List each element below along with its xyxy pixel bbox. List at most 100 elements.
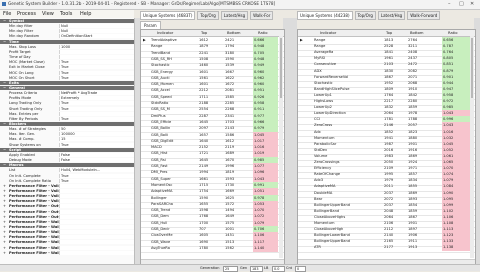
expand-icon[interactable]: + [3, 220, 6, 224]
property-value[interactable] [59, 225, 134, 229]
property-row[interactable]: Max. # of Strategies 50 [0, 127, 134, 132]
property-row[interactable]: Max. Stop Loss 1000 [0, 44, 134, 49]
tab-walk-forward[interactable]: Walk-Forward [407, 11, 441, 20]
property-row[interactable]: Debug Mode False [0, 158, 134, 163]
expand-icon[interactable]: + [3, 184, 6, 188]
tab-top-org[interactable]: Top/Org [197, 11, 219, 20]
property-value[interactable]: True [59, 106, 134, 111]
panel-splitter[interactable] [283, 18, 297, 264]
property-section-header[interactable]: − Macros [0, 163, 134, 168]
expand-icon[interactable]: − [3, 148, 6, 152]
tab-latest[interactable]: Latest/Hsg [377, 11, 406, 20]
property-row[interactable]: + Performance Filter - Out-of-sample [0, 204, 134, 209]
property-value[interactable] [59, 214, 134, 219]
expand-icon[interactable]: + [3, 199, 6, 203]
property-row[interactable]: + Performance Filter - Walk-Forward [0, 245, 134, 250]
tab-unique-systems[interactable]: Unique Systems (44238) [297, 11, 353, 20]
property-row[interactable]: Process Criteria NetProfit * AvgTrade [0, 91, 134, 96]
property-value[interactable]: True [59, 142, 134, 147]
table-row[interactable]: ATR 2177 1913 1.138 [298, 244, 475, 253]
scrollbar-thumb[interactable] [471, 38, 473, 98]
property-row[interactable]: + Performance Filter - Walk-Forward [0, 219, 134, 224]
property-row[interactable]: List Hull4, WebModuleIn... [0, 168, 134, 173]
menu-tools[interactable]: Tools [60, 11, 72, 17]
menu-process[interactable]: Process [17, 11, 36, 17]
property-section-header[interactable]: − Time [0, 39, 134, 44]
property-row[interactable]: + Performance Filter - Out-of-sample [0, 214, 134, 219]
property-value[interactable] [59, 183, 134, 188]
maximize-icon[interactable]: □ [459, 1, 464, 7]
property-row[interactable]: Min day Filter Null [0, 29, 134, 34]
property-value[interactable] [59, 219, 134, 224]
property-row[interactable]: + Performance Filter - Out-of-sample [0, 209, 134, 214]
property-value[interactable]: True [59, 70, 134, 75]
property-value[interactable]: True [59, 173, 134, 178]
property-value[interactable] [59, 250, 134, 255]
expand-icon[interactable]: − [3, 19, 6, 23]
expand-icon[interactable]: − [3, 40, 6, 44]
property-row[interactable]: MOC On Long True [0, 70, 134, 75]
tab-unique-systems[interactable]: Unique Systems (4683T) [140, 11, 196, 20]
property-row[interactable]: + Performance Filter - Walk-Forward [0, 230, 134, 235]
minimize-icon[interactable]: – [448, 1, 451, 7]
expand-icon[interactable]: + [3, 194, 6, 198]
property-row[interactable]: Short Trading Only True [0, 106, 134, 111]
expand-icon[interactable]: + [3, 215, 6, 219]
property-section-header[interactable]: − Symbol [0, 19, 134, 23]
property-value[interactable]: True [59, 116, 134, 121]
property-row[interactable]: Max. Entries per [0, 111, 134, 116]
expand-icon[interactable]: + [3, 251, 6, 255]
table-row[interactable]: AvgTrueRa 1780 1562 1.140 [141, 244, 284, 254]
property-row[interactable]: MOC (Market Close) True [0, 60, 134, 65]
property-row[interactable]: Long Trading Only True [0, 101, 134, 106]
property-row[interactable]: Apply Enabled False [0, 152, 134, 157]
property-value[interactable] [59, 230, 134, 235]
expand-icon[interactable]: + [3, 225, 6, 229]
property-row[interactable]: Filter By Periods True [0, 116, 134, 121]
property-row[interactable]: + Performance Filter - Validation [0, 199, 134, 204]
property-value[interactable]: Null [59, 29, 134, 34]
expand-icon[interactable]: + [3, 210, 6, 214]
property-row[interactable]: Exit in Market Close True [0, 65, 134, 70]
property-row[interactable]: Show Systems on True [0, 142, 134, 147]
property-row[interactable]: Time of Day [0, 55, 134, 60]
expand-icon[interactable]: + [3, 240, 6, 244]
property-value[interactable]: Null [59, 24, 134, 29]
tab-top-org[interactable]: Top/Org [354, 11, 376, 20]
property-value[interactable] [59, 245, 134, 250]
property-value[interactable] [59, 188, 134, 193]
property-value[interactable]: 50 [59, 127, 134, 132]
property-row[interactable]: + Performance Filter - Walk-Forward [0, 235, 134, 240]
expand-icon[interactable]: + [3, 189, 6, 193]
property-value[interactable]: True [59, 75, 134, 80]
property-row[interactable]: + Performance Filter - Walk-Forward [0, 240, 134, 245]
column-header-bottom[interactable]: Bottom [410, 30, 424, 36]
expand-icon[interactable]: + [3, 246, 6, 250]
property-section-header[interactable]: − General [0, 85, 134, 90]
property-value[interactable] [59, 194, 134, 199]
property-row[interactable]: Min day Random OnDefinitionStart [0, 34, 134, 39]
vertical-scrollbar[interactable] [279, 36, 283, 258]
property-row[interactable]: + Performance Filter - Walk-Forward [0, 250, 134, 255]
property-value[interactable]: Hull4, WebModuleIn... [59, 168, 134, 173]
tab-parameters[interactable]: Param [140, 21, 161, 29]
vertical-scrollbar[interactable] [470, 36, 474, 258]
tab-latest[interactable]: Latest/Hsg [220, 11, 249, 20]
menu-file[interactable]: File [3, 11, 11, 17]
property-value[interactable]: False [59, 152, 134, 157]
property-value[interactable]: True [59, 178, 134, 183]
column-header-top[interactable]: Top [201, 30, 207, 36]
property-section-header[interactable]: − Script [0, 147, 134, 152]
property-row[interactable]: + Performance Filter - Walk-Forward [0, 225, 134, 229]
menu-help[interactable]: Help [80, 11, 91, 17]
expand-icon[interactable]: + [3, 230, 6, 234]
property-value[interactable]: True [59, 101, 134, 106]
property-value[interactable] [59, 55, 134, 60]
scrollbar-thumb[interactable] [280, 38, 282, 98]
property-row[interactable]: + Performance Filter - Validation [0, 183, 134, 188]
property-value[interactable] [59, 49, 134, 54]
expand-icon[interactable]: + [3, 235, 6, 239]
property-row[interactable]: Max. Iter. Gen. 100000 [0, 132, 134, 137]
property-row[interactable]: + Performance Filter - Validation [0, 188, 134, 193]
expand-icon[interactable]: + [3, 204, 6, 208]
